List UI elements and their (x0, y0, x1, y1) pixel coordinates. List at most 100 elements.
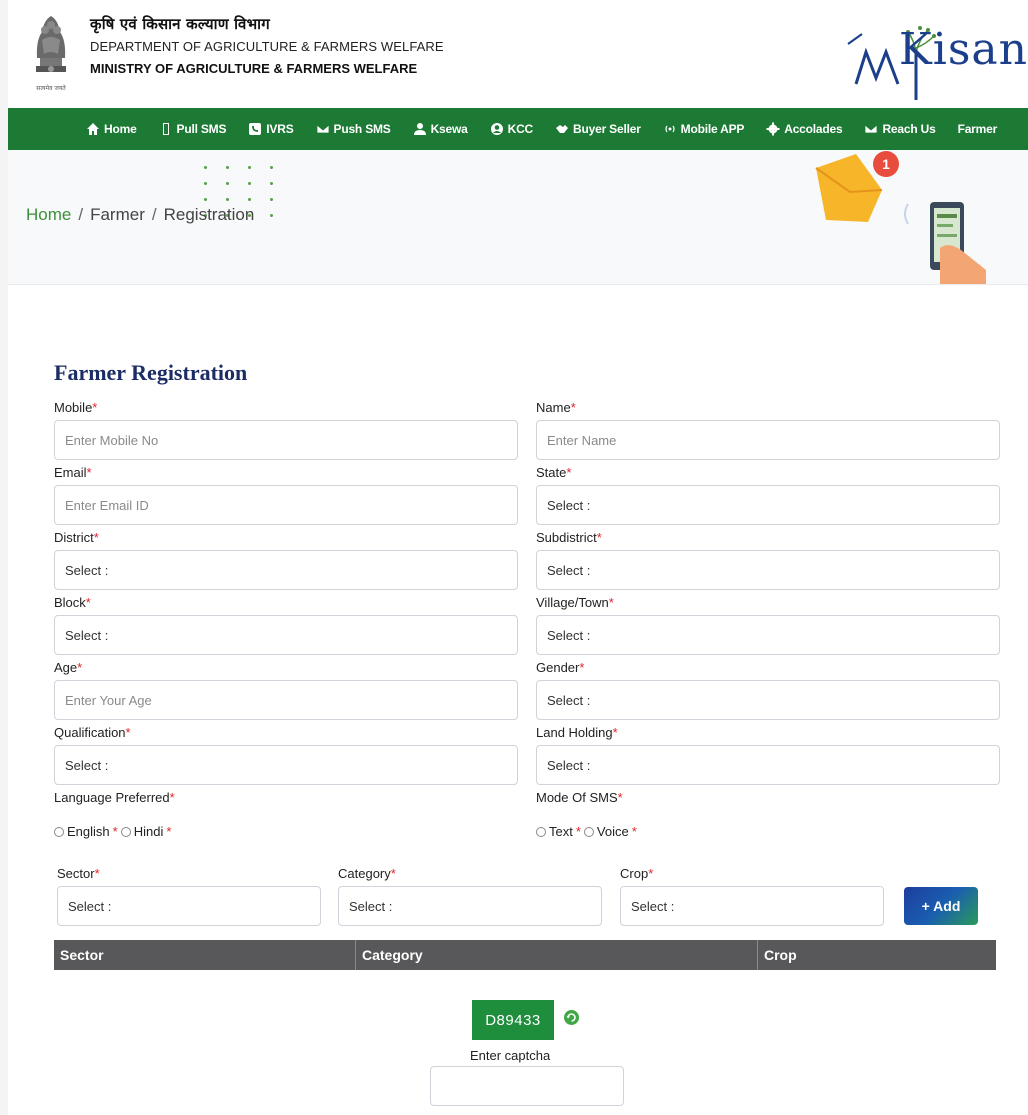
required-asterisk: * (93, 530, 99, 545)
nav-label: Push SMS (333, 122, 391, 136)
district-field-group: District* Select : (54, 530, 518, 590)
cog-icon (766, 122, 780, 136)
user-icon (413, 123, 426, 135)
department-name-hindi: कृषि एवं किसान कल्याण विभाग (90, 15, 270, 33)
required-asterisk: * (94, 866, 100, 881)
nav-label: KCC (507, 122, 534, 136)
voice-radio[interactable] (583, 826, 594, 837)
envelope-icon (865, 124, 878, 134)
required-asterisk: * (112, 824, 118, 839)
add-crop-button[interactable]: + Add (904, 887, 978, 925)
nav-label: Accolades (784, 122, 843, 136)
required-asterisk: * (169, 790, 175, 805)
village-label: Village/Town (536, 595, 609, 610)
district-label: District (54, 530, 94, 545)
email-input[interactable] (54, 485, 518, 525)
breadcrumb-farmer-link[interactable]: Farmer (90, 205, 145, 224)
category-field-group: Category* Select : (338, 866, 602, 926)
mobile-field-group: Mobile* (54, 400, 518, 460)
gender-label: Gender (536, 660, 580, 675)
required-asterisk: * (125, 725, 131, 740)
required-asterisk: * (608, 595, 614, 610)
name-label: Name (536, 400, 571, 415)
sector-select[interactable]: Select : (57, 886, 321, 926)
required-asterisk: * (648, 866, 654, 881)
nav-item-mobile-app[interactable]: Mobile APP (663, 122, 745, 136)
nav-label: Pull SMS (176, 122, 227, 136)
phone-outline-icon (162, 123, 169, 135)
land-holding-label: Land Holding (536, 725, 613, 740)
refresh-captcha-icon[interactable] (564, 1010, 579, 1025)
village-select[interactable]: Select : (536, 615, 1000, 655)
sms-mode-label: Mode Of SMS (536, 790, 618, 805)
english-radio-label: English (67, 824, 110, 839)
table-header-category: Category (356, 940, 758, 970)
text-radio-label: Text (549, 824, 573, 839)
hindi-radio-label: Hindi (133, 824, 164, 839)
age-input[interactable] (54, 680, 518, 720)
hindi-radio[interactable] (120, 826, 131, 837)
nav-item-ivrs[interactable]: IVRS (248, 122, 294, 136)
nav-item-kcc[interactable]: KCC (490, 122, 533, 136)
nav-item-push-sms[interactable]: Push SMS (316, 122, 391, 136)
qualification-select[interactable]: Select : (54, 745, 518, 785)
account-circle-icon (490, 123, 503, 135)
required-asterisk: * (575, 824, 581, 839)
site-header: सत्यमेव जयते कृषि एवं किसान कल्याण विभाग… (8, 0, 1028, 108)
qualification-field-group: Qualification* Select : (54, 725, 518, 785)
district-select[interactable]: Select : (54, 550, 518, 590)
required-asterisk: * (86, 465, 92, 480)
age-label: Age (54, 660, 78, 675)
nav-item-farmer[interactable]: Farmer (958, 122, 998, 136)
crop-table-header: Sector Category Crop (54, 940, 996, 970)
nav-label: Ksewa (430, 122, 468, 136)
mobile-input[interactable] (54, 420, 518, 460)
land-holding-select[interactable]: Select : (536, 745, 1000, 785)
land-holding-field-group: Land Holding* Select : (536, 725, 1000, 785)
main-navigation: Home Pull SMS IVRS Push SMS Ksewa KCC Bu… (8, 108, 1028, 150)
nav-label: Mobile APP (680, 122, 745, 136)
page-left-border (0, 0, 8, 1115)
subdistrict-select[interactable]: Select : (536, 550, 1000, 590)
language-label: Language Preferred (54, 790, 170, 805)
nav-item-buyer-seller[interactable]: Buyer Seller (555, 122, 641, 136)
block-select[interactable]: Select : (54, 615, 518, 655)
crop-field-group: Crop* Select : (620, 866, 884, 926)
sms-notification-illustration: 1 (815, 151, 986, 284)
state-select[interactable]: Select : (536, 485, 1000, 525)
nav-item-pull-sms[interactable]: Pull SMS (159, 122, 227, 136)
text-radio[interactable] (536, 826, 546, 837)
nav-label: Farmer (957, 122, 998, 136)
required-asterisk: * (77, 660, 83, 675)
required-asterisk: * (92, 400, 98, 415)
sector-label: Sector (57, 866, 95, 881)
name-input[interactable] (536, 420, 1000, 460)
gender-select[interactable]: Select : (536, 680, 1000, 720)
age-field-group: Age* (54, 660, 518, 720)
email-label: Email (54, 465, 87, 480)
nav-item-reach-us[interactable]: Reach Us (864, 122, 936, 136)
email-field-group: Email* (54, 465, 518, 525)
category-select[interactable]: Select : (338, 886, 602, 926)
gender-field-group: Gender* Select : (536, 660, 1000, 720)
required-asterisk: * (390, 866, 396, 881)
home-icon (87, 123, 99, 135)
subdistrict-label: Subdistrict (536, 530, 597, 545)
captcha-label: Enter captcha (470, 1048, 551, 1063)
nav-item-accolades[interactable]: Accolades (766, 122, 843, 136)
required-asterisk: * (566, 465, 572, 480)
name-field-group: Name* (536, 400, 1000, 460)
sms-mode-field-group: Mode Of SMS* Text * Voice * (536, 790, 637, 839)
emblem-motto: सत्यमेव जयते (36, 84, 66, 92)
voice-radio-label: Voice (596, 824, 629, 839)
signal-icon (665, 125, 675, 133)
required-asterisk: * (631, 824, 637, 839)
nav-item-home[interactable]: Home (86, 122, 137, 136)
crop-select[interactable]: Select : (620, 886, 884, 926)
english-radio[interactable] (54, 826, 64, 837)
block-label: Block (54, 595, 86, 610)
captcha-input[interactable] (430, 1066, 624, 1106)
breadcrumb-home-link[interactable]: Home (26, 205, 71, 224)
required-asterisk: * (85, 595, 91, 610)
nav-item-ksewa[interactable]: Ksewa (413, 122, 468, 136)
